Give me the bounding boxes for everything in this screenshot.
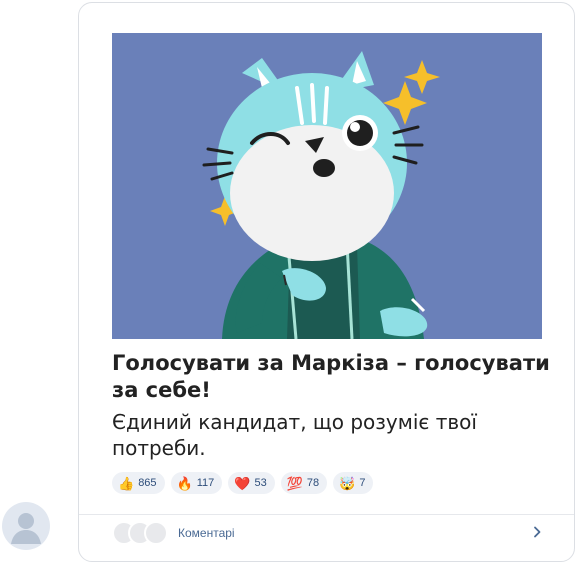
- reaction-count: 117: [196, 477, 215, 489]
- commenter-avatars: [112, 521, 168, 545]
- thumbs-up-icon: 👍: [118, 475, 135, 491]
- chevron-right-icon[interactable]: [531, 526, 543, 538]
- reaction-heart[interactable]: ❤️ 53: [228, 472, 275, 494]
- hundred-points-icon: 💯: [286, 475, 303, 491]
- exploding-head-icon: 🤯: [339, 475, 356, 491]
- reaction-count: 7: [359, 477, 366, 489]
- footer-divider: [79, 514, 574, 515]
- fire-icon: 🔥: [176, 475, 193, 491]
- heart-icon: ❤️: [234, 475, 251, 491]
- comments-row[interactable]: Коментарі: [112, 521, 552, 545]
- user-silhouette-icon: [11, 513, 41, 544]
- post-sticker-image: [112, 33, 542, 339]
- reaction-count: 78: [306, 477, 320, 489]
- reaction-hundred[interactable]: 💯 78: [280, 472, 328, 494]
- user-avatar[interactable]: [2, 502, 50, 550]
- post-title: Голосувати за Маркіза – голосувати за се…: [112, 351, 550, 402]
- post-subtitle: Єдиний кандидат, що розуміє твої потреби…: [112, 410, 477, 460]
- avatar: [144, 521, 168, 545]
- reaction-exploding-head[interactable]: 🤯 7: [333, 472, 374, 494]
- reactions-bar: 👍 865 🔥 117 ❤️ 53 💯 78 🤯 7: [112, 472, 374, 494]
- reaction-fire[interactable]: 🔥 117: [170, 472, 223, 494]
- reaction-count: 865: [138, 477, 157, 489]
- comments-link[interactable]: Коментарі: [178, 526, 235, 540]
- reaction-count: 53: [254, 477, 267, 489]
- reaction-thumbs-up[interactable]: 👍 865: [112, 472, 165, 494]
